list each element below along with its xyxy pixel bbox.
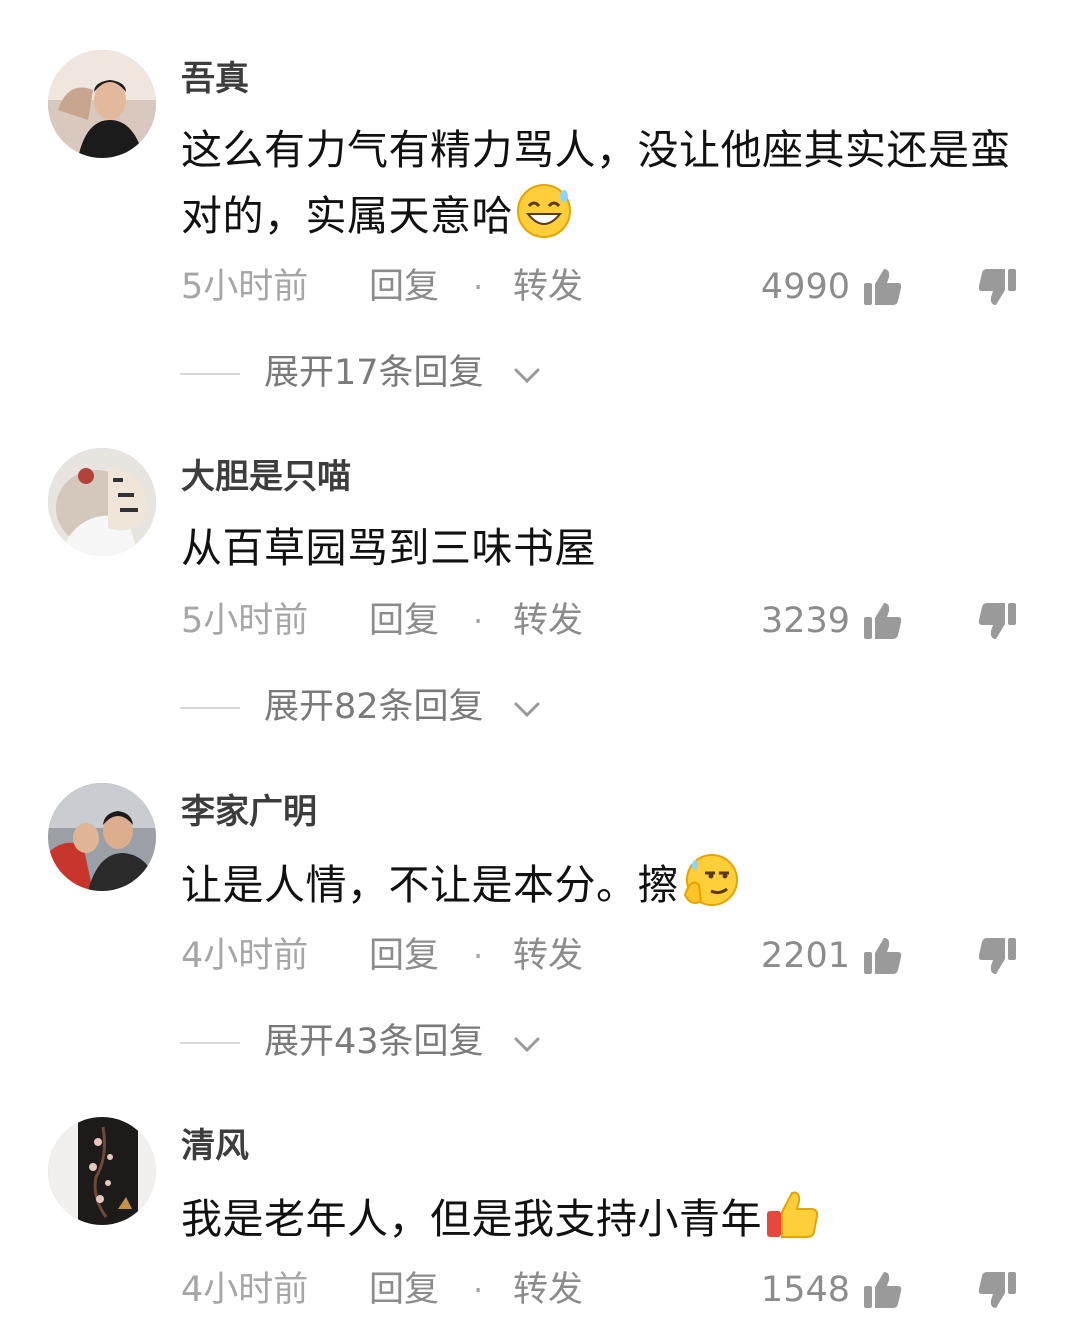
username[interactable]: 清风 xyxy=(181,1123,249,1169)
avatar[interactable] xyxy=(48,783,156,891)
avatar[interactable] xyxy=(48,50,156,158)
meta-separator: · xyxy=(473,937,484,975)
comment-meta: 4小时前 回复 · 转发 1548 xyxy=(0,1265,1080,1315)
expand-replies[interactable]: 展开82条回复 xyxy=(0,682,1080,732)
comment-text-content: 这么有力气有精力骂人，没让他座其实还是蛮对的，实属天意哈 xyxy=(181,126,1011,240)
meta-separator: · xyxy=(473,268,484,306)
thumbs-up-icon[interactable] xyxy=(860,1268,904,1312)
comment-item: 吾真 这么有力气有精力骂人，没让他座其实还是蛮对的，实属天意哈 5小时前 回复 … xyxy=(0,0,1080,393)
expand-replies[interactable]: 展开17条回复 xyxy=(0,348,1080,398)
comment-text-content: 让是人情，不让是本分。擦 xyxy=(181,861,679,909)
chevron-down-icon[interactable] xyxy=(510,692,544,726)
comment-text: 这么有力气有精力骂人，没让他座其实还是蛮对的，实属天意哈 xyxy=(181,118,1011,248)
chevron-down-icon[interactable] xyxy=(510,358,544,392)
like-count: 4990 xyxy=(760,267,850,307)
like-count: 2201 xyxy=(760,936,850,976)
timestamp: 5小时前 xyxy=(181,601,309,641)
timestamp: 5小时前 xyxy=(181,267,309,307)
expand-replies-label[interactable]: 展开17条回复 xyxy=(264,348,484,398)
username[interactable]: 李家广明 xyxy=(181,789,317,835)
avatar[interactable] xyxy=(48,1117,156,1225)
thumbs-down-icon[interactable] xyxy=(976,599,1020,643)
reply-button[interactable]: 回复 xyxy=(369,262,439,312)
expand-replies-label[interactable]: 展开43条回复 xyxy=(264,1017,484,1067)
meta-separator: · xyxy=(473,1271,484,1309)
thumbs-up-icon[interactable] xyxy=(860,934,904,978)
chevron-down-icon[interactable] xyxy=(510,1027,544,1061)
comment-text-content: 从百草园骂到三味书屋 xyxy=(181,524,596,572)
grinning-sweat-emoji xyxy=(515,182,573,240)
thumbs-up-icon[interactable] xyxy=(860,265,904,309)
like-count: 1548 xyxy=(760,1270,850,1310)
reply-button[interactable]: 回复 xyxy=(369,1265,439,1315)
username[interactable]: 大胆是只喵 xyxy=(181,454,351,500)
smirk-wipe-emoji xyxy=(681,851,739,909)
expand-divider xyxy=(180,373,240,375)
expand-divider xyxy=(180,1042,240,1044)
timestamp: 4小时前 xyxy=(181,1270,309,1310)
comment-item: 大胆是只喵 从百草园骂到三味书屋 5小时前 回复 · 转发 3239 展开82条… xyxy=(0,398,1080,738)
avatar[interactable] xyxy=(48,448,156,556)
thumbs-up-icon[interactable] xyxy=(860,599,904,643)
expand-replies[interactable]: 展开43条回复 xyxy=(0,1017,1080,1067)
share-button[interactable]: 转发 xyxy=(513,596,583,646)
comment-meta: 4小时前 回复 · 转发 2201 xyxy=(0,931,1080,981)
thumbs-down-icon[interactable] xyxy=(976,934,1020,978)
comment-item: 清风 我是老年人，但是我支持小青年 4小时前 回复 · 转发 1548 xyxy=(0,1067,1080,1341)
thumbs-up-emoji xyxy=(764,1185,822,1243)
comment-meta: 5小时前 回复 · 转发 3239 xyxy=(0,596,1080,646)
reply-button[interactable]: 回复 xyxy=(369,931,439,981)
username[interactable]: 吾真 xyxy=(181,56,249,102)
expand-divider xyxy=(180,707,240,709)
thumbs-down-icon[interactable] xyxy=(976,265,1020,309)
comment-item: 李家广明 让是人情，不让是本分。擦 4小时前 回复 · 转发 2201 展开43… xyxy=(0,733,1080,1073)
comment-text: 我是老年人，但是我支持小青年 xyxy=(181,1185,1011,1251)
expand-replies-label[interactable]: 展开82条回复 xyxy=(264,682,484,732)
share-button[interactable]: 转发 xyxy=(513,931,583,981)
timestamp: 4小时前 xyxy=(181,936,309,976)
comment-text-content: 我是老年人，但是我支持小青年 xyxy=(181,1195,762,1243)
comment-text: 让是人情，不让是本分。擦 xyxy=(181,851,1011,917)
reply-button[interactable]: 回复 xyxy=(369,596,439,646)
share-button[interactable]: 转发 xyxy=(513,1265,583,1315)
comment-meta: 5小时前 回复 · 转发 4990 xyxy=(0,262,1080,312)
meta-separator: · xyxy=(473,602,484,640)
like-count: 3239 xyxy=(760,601,850,641)
thumbs-down-icon[interactable] xyxy=(976,1268,1020,1312)
comment-text: 从百草园骂到三味书屋 xyxy=(181,516,1011,580)
share-button[interactable]: 转发 xyxy=(513,262,583,312)
